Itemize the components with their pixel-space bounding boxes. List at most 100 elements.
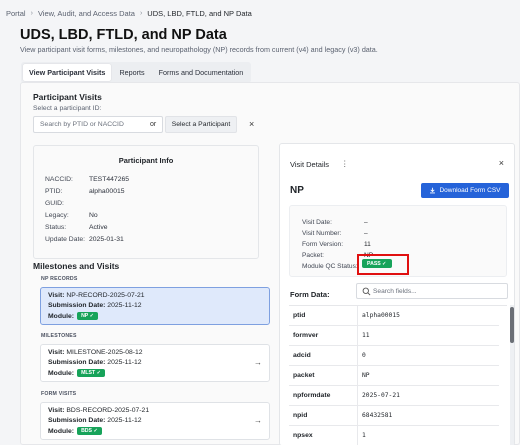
info-label: GUID: <box>45 200 64 207</box>
group-label-form-visits: FORM VISITS <box>41 391 77 397</box>
participant-info-title: Participant Info <box>118 156 174 165</box>
tab-forms-documentation[interactable]: Forms and Documentation <box>153 64 250 81</box>
meta-form-version: Form Version: 11 <box>302 241 371 248</box>
visit-label: Visit: <box>48 407 65 414</box>
participant-select-hint: Select a participant ID: <box>33 105 102 112</box>
info-label: Legacy: <box>45 212 69 219</box>
meta-label: Visit Number: <box>302 230 342 237</box>
module-line: Module: BDS ✓ <box>48 427 102 435</box>
module-label: Module: <box>48 312 75 320</box>
visit-card-np-record[interactable]: Visit: NP-RECORD-2025-07-21 Submission D… <box>40 287 270 325</box>
table-row: adcid 0 <box>289 346 499 366</box>
participant-info-panel: Participant Info NACCID: TEST447265 PTID:… <box>33 145 259 259</box>
breadcrumb-separator: › <box>139 10 143 17</box>
visit-id: NP-RECORD-2025-07-21 <box>66 292 145 299</box>
info-label: Status: <box>45 224 67 231</box>
visit-card-form-visit[interactable]: Visit: BDS-RECORD-2025-07-21 Submission … <box>40 402 270 440</box>
info-row-update-date: Update Date: 2025-01-31 <box>45 236 124 243</box>
field-value: 0 <box>362 352 366 359</box>
meta-label: Module QC Status: <box>302 263 358 270</box>
page-title: UDS, LBD, FTLD, and NP Data <box>20 27 227 43</box>
breadcrumb-current: UDS, LBD, FTLD, and NP Data <box>147 9 252 18</box>
submission-label: Submission Date: <box>48 302 106 309</box>
field-name: npsex <box>293 432 313 439</box>
clear-participant-icon[interactable]: × <box>249 119 254 129</box>
visit-label: Visit: <box>48 349 65 356</box>
breadcrumb: Portal › View, Audit, and Access Data › … <box>6 9 252 18</box>
visit-id: MILESTONE-2025-08-12 <box>66 349 143 356</box>
download-form-csv-button[interactable]: Download Form CSV <box>421 183 509 198</box>
field-value: NP <box>362 372 370 379</box>
visit-label: Visit: <box>48 292 65 299</box>
submission-date: 2025-11-12 <box>107 302 142 309</box>
submission-date: 2025-11-12 <box>107 359 142 366</box>
meta-packet: Packet: NP <box>302 252 373 259</box>
arrow-right-icon: → <box>254 358 262 367</box>
meta-qc-status: Module QC Status: <box>302 263 358 270</box>
visit-details-panel: Visit Details ⋮ × NP Download Form CSV V… <box>279 143 515 445</box>
module-line: Module: NP ✓ <box>48 312 98 320</box>
meta-value: – <box>364 219 368 226</box>
visit-id: BDS-RECORD-2025-07-21 <box>66 407 150 414</box>
participant-visits-card: Participant Visits Select a participant … <box>20 82 520 445</box>
form-data-scrollbar[interactable] <box>510 305 514 445</box>
meta-value: – <box>364 230 368 237</box>
field-name: packet <box>293 372 315 379</box>
tab-view-participant-visits[interactable]: View Participant Visits <box>23 64 112 81</box>
field-name: npid <box>293 412 308 419</box>
info-value: Active <box>89 224 108 231</box>
info-value: alpha00015 <box>89 188 125 195</box>
table-row: formver 11 <box>289 326 499 346</box>
meta-label: Visit Date: <box>302 219 332 226</box>
visit-card-milestone[interactable]: Visit: MILESTONE-2025-08-12 Submission D… <box>40 344 270 382</box>
scrollbar-thumb[interactable] <box>510 307 514 343</box>
module-badge: BDS ✓ <box>77 427 102 435</box>
form-data-search <box>356 283 508 299</box>
field-name: ptid <box>293 312 306 319</box>
or-label: or <box>150 121 157 128</box>
meta-label: Form Version: <box>302 241 344 248</box>
module-label: Module: <box>48 427 75 435</box>
table-row: npid 68432581 <box>289 406 499 426</box>
visit-details-heading: NP <box>290 185 304 196</box>
field-name: npformdate <box>293 392 331 399</box>
info-value: 2025-01-31 <box>89 236 124 243</box>
info-label: NACCID: <box>45 176 73 183</box>
field-value: 11 <box>362 332 370 339</box>
visit-line: Visit: NP-RECORD-2025-07-21 <box>48 292 145 299</box>
breadcrumb-view-audit[interactable]: View, Audit, and Access Data <box>38 9 135 18</box>
info-row-legacy: Legacy: No <box>45 212 98 219</box>
meta-value: 11 <box>364 241 371 248</box>
field-value: 1 <box>362 432 366 439</box>
submission-label: Submission Date: <box>48 359 106 366</box>
field-name: formver <box>293 332 319 339</box>
info-label: Update Date: <box>45 236 86 243</box>
module-badge: MLST ✓ <box>77 369 105 377</box>
info-row-guid: GUID: <box>45 200 89 207</box>
page-subtitle: View participant visit forms, milestones… <box>20 45 378 54</box>
milestones-visits-title: Milestones and Visits <box>33 261 120 271</box>
field-value: 68432581 <box>362 412 393 419</box>
visit-details-title: Visit Details <box>290 160 330 169</box>
close-icon[interactable]: × <box>499 158 504 168</box>
submission-date: 2025-11-12 <box>107 417 142 424</box>
tab-bar: View Participant Visits Reports Forms an… <box>21 62 252 83</box>
tab-reports[interactable]: Reports <box>113 64 150 81</box>
visit-line: Visit: BDS-RECORD-2025-07-21 <box>48 407 149 414</box>
breadcrumb-portal[interactable]: Portal <box>6 9 26 18</box>
info-row-ptid: PTID: alpha00015 <box>45 188 125 195</box>
download-label: Download Form CSV <box>439 187 501 194</box>
form-data-search-input[interactable] <box>373 286 501 297</box>
meta-label: Packet: <box>302 252 324 259</box>
download-icon <box>430 187 436 194</box>
kebab-menu-icon[interactable]: ⋮ <box>341 159 349 168</box>
form-data-table: ptid alpha00015 formver 11 adcid 0 packet NP… <box>289 305 507 445</box>
participant-search-input[interactable] <box>33 116 163 133</box>
form-data-title: Form Data: <box>290 290 330 299</box>
field-value: 2025-07-21 <box>362 392 400 399</box>
submission-line: Submission Date: 2025-11-12 <box>48 302 142 309</box>
participant-visits-title: Participant Visits <box>33 92 102 102</box>
table-row: npformdate 2025-07-21 <box>289 386 499 406</box>
select-participant-button[interactable]: Select a Participant <box>165 116 237 133</box>
search-icon <box>362 287 371 296</box>
